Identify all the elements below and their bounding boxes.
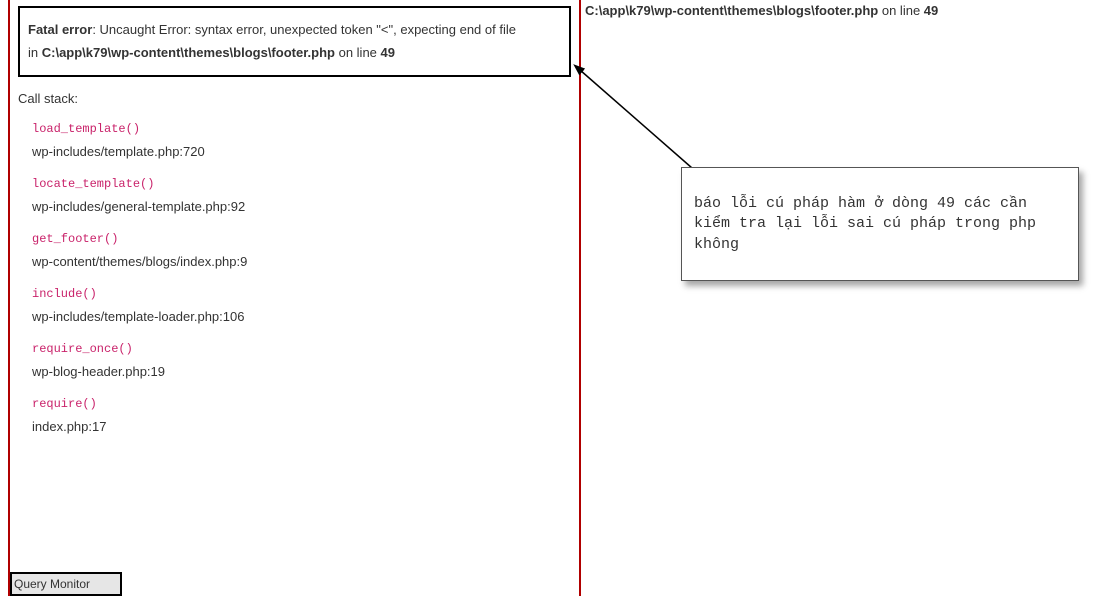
- callstack-heading: Call stack:: [18, 91, 579, 106]
- stack-function: locate_template(): [32, 177, 579, 191]
- stack-function: load_template(): [32, 122, 579, 136]
- error-line-number: 49: [381, 45, 395, 60]
- callstack-list: load_template() wp-includes/template.php…: [32, 122, 579, 434]
- error-in-word: in: [28, 45, 42, 60]
- top-right-filepath: C:\app\k79\wp-content\themes\blogs\foote…: [585, 3, 878, 18]
- stack-location: wp-includes/template-loader.php:106: [32, 309, 579, 324]
- stack-frame: load_template() wp-includes/template.php…: [32, 122, 579, 159]
- right-area: C:\app\k79\wp-content\themes\blogs\foote…: [585, 0, 1093, 18]
- stack-location: wp-includes/template.php:720: [32, 144, 579, 159]
- stack-function: require_once(): [32, 342, 579, 356]
- fatal-error-message: : Uncaught Error: syntax error, unexpect…: [92, 22, 516, 37]
- stack-function: include(): [32, 287, 579, 301]
- annotation-callout: báo lỗi cú pháp hàm ở dòng 49 các cần ki…: [681, 167, 1079, 281]
- error-online-word: on line: [335, 45, 381, 60]
- top-right-online: on line: [878, 3, 924, 18]
- query-monitor-button[interactable]: Query Monitor: [10, 572, 122, 596]
- query-monitor-label: Query Monitor: [14, 577, 90, 591]
- annotation-text: báo lỗi cú pháp hàm ở dòng 49 các cần ki…: [694, 195, 1036, 253]
- error-panel: Fatal error: Uncaught Error: syntax erro…: [8, 0, 581, 596]
- stack-frame: require_once() wp-blog-header.php:19: [32, 342, 579, 379]
- error-filepath: C:\app\k79\wp-content\themes\blogs\foote…: [42, 45, 335, 60]
- stack-frame: include() wp-includes/template-loader.ph…: [32, 287, 579, 324]
- stack-frame: require() index.php:17: [32, 397, 579, 434]
- stack-function: get_footer(): [32, 232, 579, 246]
- top-right-line: 49: [924, 3, 938, 18]
- fatal-error-box: Fatal error: Uncaught Error: syntax erro…: [18, 6, 571, 77]
- stack-location: index.php:17: [32, 419, 579, 434]
- fatal-error-label: Fatal error: [28, 22, 92, 37]
- stack-frame: locate_template() wp-includes/general-te…: [32, 177, 579, 214]
- stack-location: wp-blog-header.php:19: [32, 364, 579, 379]
- top-right-error-text: C:\app\k79\wp-content\themes\blogs\foote…: [585, 0, 1093, 18]
- stack-function: require(): [32, 397, 579, 411]
- stack-frame: get_footer() wp-content/themes/blogs/ind…: [32, 232, 579, 269]
- stack-location: wp-content/themes/blogs/index.php:9: [32, 254, 579, 269]
- stack-location: wp-includes/general-template.php:92: [32, 199, 579, 214]
